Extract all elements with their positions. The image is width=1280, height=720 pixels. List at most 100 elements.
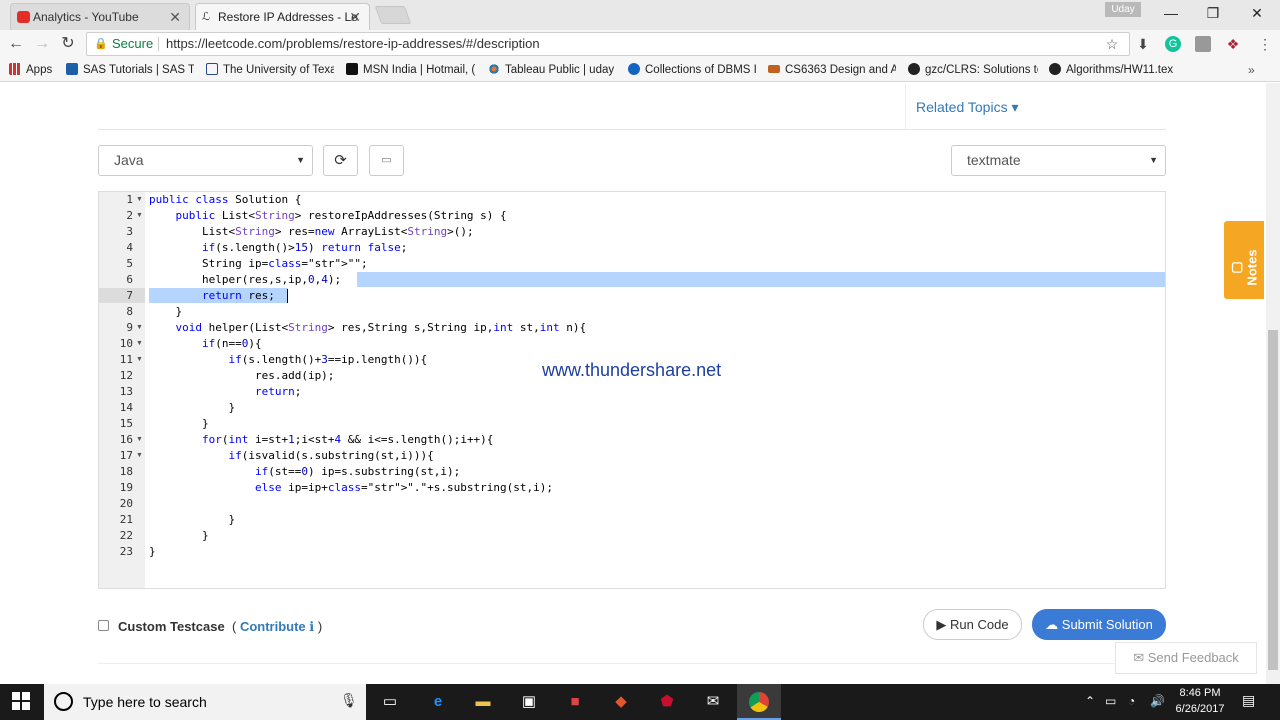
line-number: 18 bbox=[119, 465, 133, 478]
line-number: 16 bbox=[119, 433, 133, 446]
related-topics-toggle[interactable]: Related Topics ▾ bbox=[916, 99, 1019, 116]
reset-code-button[interactable]: ⟳ bbox=[323, 145, 358, 176]
store-icon[interactable]: ▣ bbox=[519, 692, 539, 712]
mail-icon: ✉ bbox=[1133, 650, 1148, 665]
bookmark-cs6363[interactable]: CS6363 Design and A bbox=[768, 62, 896, 78]
tableau-icon bbox=[488, 63, 500, 75]
custom-testcase-checkbox[interactable] bbox=[98, 620, 109, 631]
powerpoint-icon[interactable]: ◆ bbox=[611, 692, 631, 712]
edge-icon[interactable]: e bbox=[428, 692, 448, 712]
scratch-pad-button[interactable]: ▭ bbox=[369, 145, 404, 176]
bookmark-clrs[interactable]: gzc/CLRS: Solutions to bbox=[908, 62, 1038, 78]
utd-icon bbox=[768, 65, 780, 73]
clock-date[interactable]: 6/26/2017 bbox=[1170, 703, 1230, 716]
code-line: res.add(ip); bbox=[149, 369, 335, 382]
fold-arrow-icon[interactable]: ▼ bbox=[136, 448, 143, 464]
mcafee-icon[interactable]: ⬟ bbox=[657, 692, 677, 712]
divider bbox=[98, 663, 1166, 664]
language-select[interactable]: Java ▼ bbox=[98, 145, 313, 176]
fold-arrow-icon[interactable]: ▼ bbox=[136, 192, 143, 208]
scrollbar-thumb[interactable] bbox=[1268, 330, 1278, 670]
send-feedback-button[interactable]: ✉ Send Feedback bbox=[1115, 642, 1257, 674]
restore-icon[interactable]: ❐ bbox=[1198, 4, 1228, 24]
line-number: 7 bbox=[126, 289, 133, 302]
notes-icon: ▢ bbox=[1228, 261, 1244, 274]
mail-icon[interactable]: ✉ bbox=[703, 692, 723, 712]
bookmark-apps[interactable]: Apps bbox=[9, 62, 52, 78]
code-line: String ip=class="str">""; bbox=[149, 257, 368, 270]
watermark-text: www.thundershare.net bbox=[542, 360, 722, 380]
line-number: 22 bbox=[119, 529, 133, 542]
code-line: } bbox=[149, 401, 236, 414]
tab-strip bbox=[0, 0, 1280, 30]
bookmark-dbms[interactable]: Collections of DBMS I bbox=[628, 62, 756, 78]
reload-icon[interactable]: ↻ bbox=[58, 34, 78, 54]
close-tab-icon[interactable]: ✕ bbox=[169, 4, 181, 30]
youtube-icon bbox=[17, 11, 30, 23]
code-line: } bbox=[149, 417, 209, 430]
close-window-icon[interactable]: ✕ bbox=[1242, 4, 1272, 24]
github-icon bbox=[908, 63, 920, 75]
divider bbox=[158, 37, 159, 51]
line-number: 14 bbox=[119, 401, 133, 414]
code-line: } bbox=[149, 305, 183, 318]
fold-arrow-icon[interactable]: ▼ bbox=[136, 336, 143, 352]
battery-icon[interactable]: ▭ bbox=[1105, 694, 1116, 708]
secure-label: Secure bbox=[112, 36, 154, 51]
contribute-link[interactable]: Contribute bbox=[240, 619, 306, 634]
code-line: if(s.length()+3==ip.length()){ bbox=[228, 353, 428, 366]
bookmark-msn[interactable]: MSN India | Hotmail, ( bbox=[346, 62, 476, 78]
code-line: void helper(List<String> res,String s,St… bbox=[175, 321, 587, 334]
code-line: public class Solution { bbox=[149, 193, 302, 206]
app-icon[interactable]: ■ bbox=[565, 692, 585, 712]
star-icon[interactable]: ☆ bbox=[1104, 36, 1120, 52]
minimize-icon[interactable]: — bbox=[1156, 4, 1186, 24]
wifi-icon[interactable]: ◔ bbox=[1128, 694, 1135, 708]
notification-center-icon[interactable]: ▤ bbox=[1242, 692, 1255, 709]
taskbar-search-input[interactable]: Type here to search bbox=[83, 693, 207, 711]
github-icon bbox=[1049, 63, 1061, 75]
fold-arrow-icon[interactable]: ▼ bbox=[136, 320, 143, 336]
menu-dots-icon[interactable]: ⋮ bbox=[1257, 36, 1273, 52]
theme-select[interactable]: textmate ▼ bbox=[951, 145, 1166, 176]
tab-youtube-analytics[interactable]: Analytics - YouTube ✕ bbox=[10, 3, 190, 30]
volume-icon[interactable]: 🔊 bbox=[1150, 694, 1165, 708]
bookmark-tableau[interactable]: Tableau Public | uday bbox=[488, 62, 614, 78]
run-code-button[interactable]: ▶ Run Code bbox=[923, 609, 1022, 640]
tab-title: Analytics - YouTube bbox=[33, 10, 139, 24]
fold-arrow-icon[interactable]: ▼ bbox=[136, 208, 143, 224]
clock-time[interactable]: 8:46 PM bbox=[1176, 687, 1224, 700]
fold-arrow-icon[interactable]: ▼ bbox=[136, 352, 143, 368]
tab-restore-ip[interactable]: ℒ Restore IP Addresses - Le ✕ bbox=[195, 3, 370, 30]
grammarly-icon[interactable]: G bbox=[1165, 36, 1181, 52]
download-icon[interactable]: ⬇ bbox=[1135, 36, 1151, 52]
notes-label: ▢ Notes bbox=[1228, 249, 1260, 286]
new-tab-button[interactable] bbox=[374, 6, 412, 24]
microphone-icon[interactable]: 🎙 bbox=[340, 692, 358, 709]
bookmark-algorithms[interactable]: Algorithms/HW11.tex bbox=[1049, 62, 1177, 78]
line-number: 11 bbox=[119, 353, 133, 366]
chrome-icon bbox=[749, 692, 769, 712]
chevron-up-icon[interactable]: ⌃ bbox=[1085, 694, 1095, 708]
extension-icon[interactable]: ❖ bbox=[1225, 36, 1241, 52]
submit-solution-button[interactable]: ☁ Submit Solution bbox=[1032, 609, 1166, 640]
code-line: if(st==0) ip=s.substring(st,i); bbox=[254, 465, 461, 478]
divider bbox=[905, 84, 906, 130]
close-tab-icon[interactable]: ✕ bbox=[349, 4, 361, 30]
line-number: 3 bbox=[126, 225, 133, 238]
url-text[interactable]: https://leetcode.com/problems/restore-ip… bbox=[166, 35, 540, 53]
more-bookmarks-icon[interactable]: » bbox=[1248, 62, 1255, 78]
forward-arrow-icon[interactable]: → bbox=[32, 34, 52, 54]
bookmark-utexas[interactable]: The University of Texa bbox=[206, 62, 334, 78]
task-view-icon[interactable]: ▭ bbox=[380, 692, 400, 712]
file-explorer-icon[interactable]: ▬ bbox=[473, 692, 493, 712]
extension-icon[interactable] bbox=[1195, 36, 1211, 52]
bookmark-sas[interactable]: SAS Tutorials | SAS Tr bbox=[66, 62, 194, 78]
profile-badge[interactable]: Uday bbox=[1105, 2, 1141, 17]
line-number: 6 bbox=[126, 273, 133, 286]
windows-start-icon[interactable] bbox=[12, 692, 30, 710]
code-line: } bbox=[149, 513, 236, 526]
back-arrow-icon[interactable]: ← bbox=[6, 34, 26, 54]
fold-arrow-icon[interactable]: ▼ bbox=[136, 432, 143, 448]
play-icon: ▶ bbox=[936, 617, 951, 632]
